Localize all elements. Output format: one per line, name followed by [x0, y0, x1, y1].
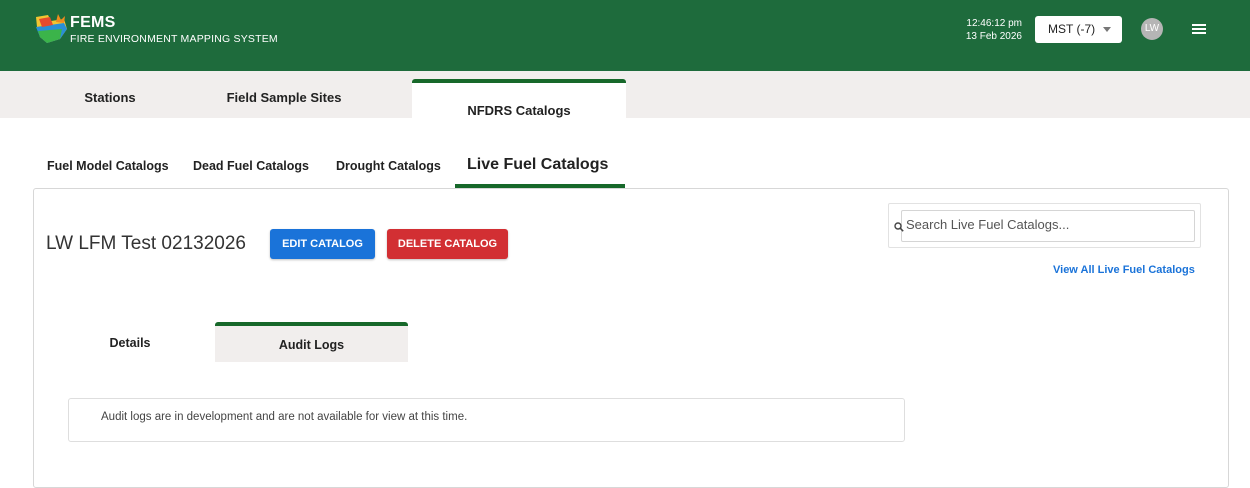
avatar[interactable]: LW: [1141, 18, 1163, 40]
tab-field-sample-sites[interactable]: Field Sample Sites: [214, 71, 354, 118]
notice-text: Audit logs are in development and are no…: [101, 411, 468, 423]
tab-details[interactable]: Details: [68, 322, 192, 362]
tab-audit-logs[interactable]: Audit Logs: [215, 322, 408, 362]
subtab-fuel-model-catalogs[interactable]: Fuel Model Catalogs: [47, 159, 169, 173]
fems-logo-icon[interactable]: [34, 13, 72, 45]
tab-nfdrs-catalogs[interactable]: NFDRS Catalogs: [412, 79, 626, 118]
search-placeholder: Search Live Fuel Catalogs...: [906, 217, 1070, 232]
clock: 12:46:12 pm 13 Feb 2026: [960, 17, 1022, 43]
app-name: FEMS: [70, 14, 116, 31]
clock-date: 13 Feb 2026: [965, 31, 1022, 42]
timezone-value: MST (-7): [1048, 22, 1096, 36]
clock-time: 12:46:12 pm: [966, 18, 1022, 29]
hamburger-menu-icon[interactable]: [1192, 24, 1206, 34]
app-subtitle: FIRE ENVIRONMENT MAPPING SYSTEM: [70, 33, 278, 45]
catalog-title: LW LFM Test 02132026: [46, 233, 246, 254]
view-all-live-fuel-catalogs-link[interactable]: View All Live Fuel Catalogs: [1053, 264, 1195, 276]
delete-catalog-button[interactable]: DELETE CATALOG: [387, 229, 508, 259]
edit-catalog-button[interactable]: EDIT CATALOG: [270, 229, 375, 259]
audit-log-notice: Audit logs are in development and are no…: [68, 398, 905, 442]
app-header: FEMS FIRE ENVIRONMENT MAPPING SYSTEM 12:…: [0, 0, 1250, 71]
chevron-down-icon: [1103, 27, 1111, 32]
timezone-select[interactable]: MST (-7): [1035, 16, 1122, 43]
top-nav: Stations Field Sample Sites NFDRS Catalo…: [0, 71, 1250, 118]
tab-stations[interactable]: Stations: [60, 71, 160, 118]
subtab-live-fuel-catalogs[interactable]: Live Fuel Catalogs: [467, 156, 608, 174]
subtab-dead-fuel-catalogs[interactable]: Dead Fuel Catalogs: [193, 159, 309, 173]
search-icon: [894, 222, 904, 232]
subtab-drought-catalogs[interactable]: Drought Catalogs: [336, 159, 441, 173]
